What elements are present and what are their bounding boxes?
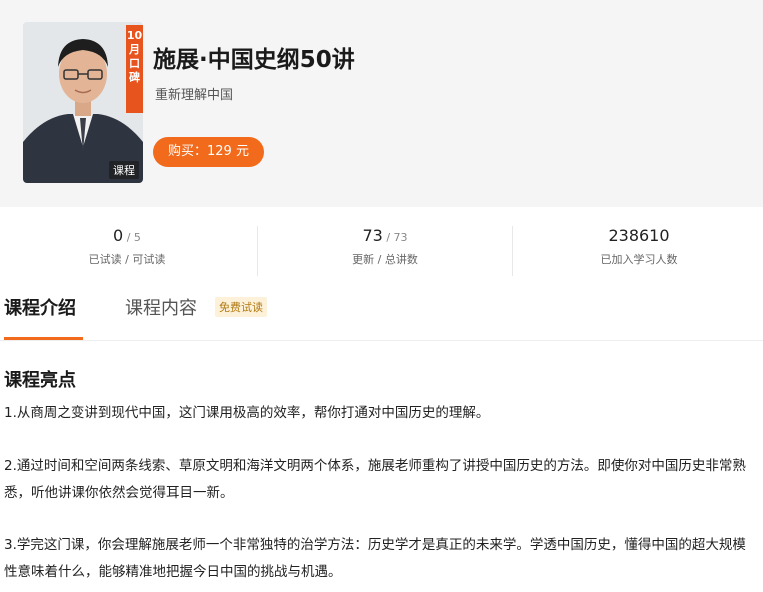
- stat-lessons-value: 73: [362, 226, 383, 245]
- stat-learners-value: 238610: [608, 226, 670, 245]
- stat-trial-value: 0: [113, 226, 124, 245]
- course-cover-image[interactable]: 10月口碑 课程: [23, 22, 143, 183]
- active-tab-indicator: [4, 337, 83, 340]
- course-stats: 0 / 5 已试读 / 可试读 73 / 73 更新 / 总讲数 238610 …: [0, 226, 763, 278]
- intro-paragraph: 3.学完这门课，你会理解施展老师一个非常独特的治学方法：历史学才是真正的未来学。…: [4, 537, 746, 580]
- stat-trial-total: / 5: [123, 231, 141, 244]
- lecturer-portrait: [23, 22, 143, 183]
- stat-trial: 0 / 5 已试读 / 可试读: [0, 226, 254, 267]
- tab-course-intro[interactable]: 课程介绍: [4, 294, 76, 320]
- stat-learners: 238610 已加入学习人数: [512, 226, 763, 267]
- intro-paragraph: 1.从商周之变讲到现代中国，这门课用极高的效率，帮你打通对中国历史的理解。: [4, 405, 490, 421]
- stat-learners-label: 已加入学习人数: [600, 253, 678, 266]
- free-trial-badge: 免费试读: [215, 297, 267, 317]
- section-heading: 课程亮点: [4, 370, 76, 391]
- cover-type-tag: 课程: [109, 161, 139, 179]
- stat-lessons: 73 / 73 更新 / 总讲数: [258, 226, 512, 267]
- intro-paragraph: 2.通过时间和空间两条线索、草原文明和海洋文明两个体系，施展老师重构了讲授中国历…: [4, 458, 746, 501]
- cover-ribbon-badge: 10月口碑: [126, 25, 143, 113]
- tab-course-content[interactable]: 课程内容: [125, 294, 197, 320]
- course-tabs: 课程介绍 课程内容 免费试读: [0, 286, 763, 341]
- course-title: 施展·中国史纲50讲: [153, 47, 355, 73]
- stat-trial-label: 已试读 / 可试读: [88, 253, 166, 266]
- course-header: 10月口碑 课程 施展·中国史纲50讲 重新理解中国 购买：129 元: [0, 0, 763, 207]
- buy-button[interactable]: 购买：129 元: [153, 137, 264, 167]
- stat-lessons-total: / 73: [382, 231, 408, 244]
- stat-lessons-label: 更新 / 总讲数: [352, 253, 418, 266]
- course-subtitle: 重新理解中国: [155, 88, 234, 103]
